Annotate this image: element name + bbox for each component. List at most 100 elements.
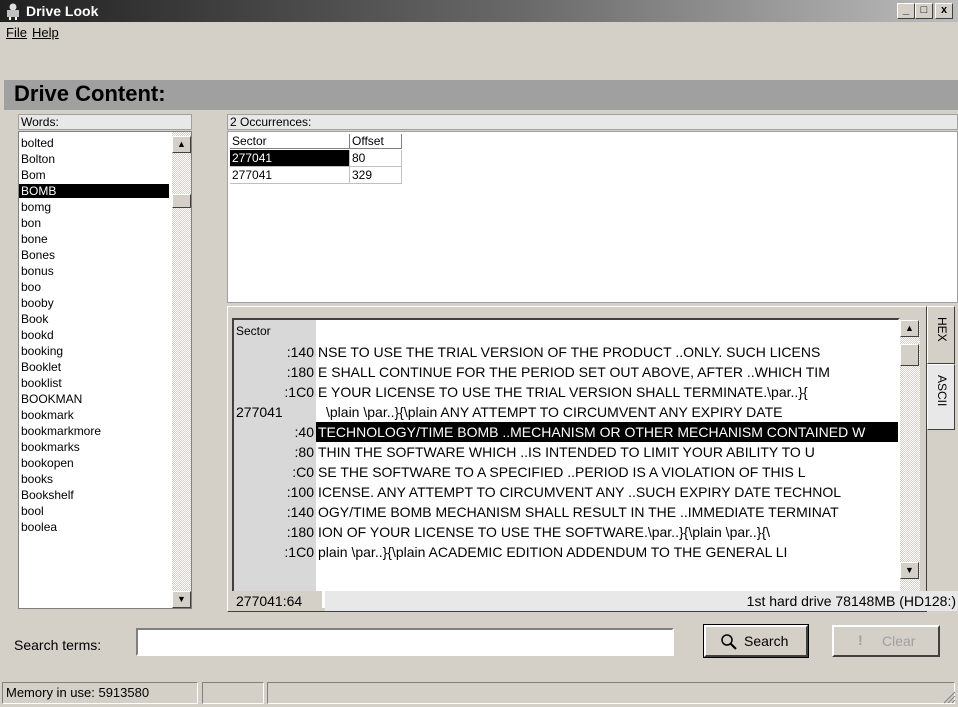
close-button[interactable]: x: [935, 3, 953, 19]
menu-bar: File Help: [0, 22, 958, 44]
occurrences-label: 2 Occurrences:: [227, 114, 958, 130]
sector-column-header: Sector: [236, 324, 271, 338]
word-item[interactable]: booking: [21, 344, 63, 358]
word-item[interactable]: bone: [21, 232, 48, 246]
offset-label: :80: [294, 444, 314, 460]
status-bar: Memory in use: 5913580: [0, 680, 958, 707]
scroll-down-arrow-icon[interactable]: ▼: [172, 591, 191, 608]
status-panel-2: [202, 682, 264, 704]
panel-splitter[interactable]: [196, 112, 224, 612]
scroll-up-arrow-icon[interactable]: ▲: [900, 320, 919, 337]
menu-file-label: File: [6, 25, 27, 40]
viewer-scrollbar[interactable]: ▲ ▼: [900, 320, 920, 606]
scroll-down-arrow-icon[interactable]: ▼: [900, 562, 919, 579]
text-line-highlighted[interactable]: TECHNOLOGY/TIME BOMB ..MECHANISM OR OTHE…: [316, 422, 898, 442]
menu-file[interactable]: File: [6, 25, 27, 40]
words-list[interactable]: bolted Bolton Bom BOMB bomg bon bone Bon…: [18, 131, 192, 609]
status-panel-3: [267, 682, 955, 704]
table-cell-sector[interactable]: 277041: [230, 167, 350, 184]
scroll-up-arrow-icon[interactable]: ▲: [172, 136, 191, 153]
text-line[interactable]: OGY/TIME BOMB MECHANISM SHALL RESULT IN …: [316, 502, 839, 522]
maximize-button[interactable]: □: [915, 3, 933, 19]
word-item[interactable]: books: [21, 472, 53, 486]
table-cell-sector[interactable]: 277041: [230, 150, 350, 167]
word-item[interactable]: bookmark: [21, 408, 74, 422]
clear-button-label: Clear: [882, 633, 916, 649]
resize-grip-icon[interactable]: [942, 690, 956, 704]
word-item[interactable]: boolea: [21, 520, 57, 534]
minimize-button[interactable]: _: [897, 3, 915, 19]
text-line[interactable]: E YOUR LICENSE TO USE THE TRIAL VERSION …: [316, 382, 808, 402]
drive-look-window: Drive Look _ □ x File Help Drive Content…: [0, 0, 958, 707]
sector-text-viewer[interactable]: Sector :140 NSE TO USE THE TRIAL VERSION…: [232, 318, 900, 608]
tab-ascii[interactable]: ASCII: [927, 364, 955, 430]
word-item[interactable]: Booklet: [21, 360, 61, 374]
position-status: 277041:64: [236, 593, 303, 609]
text-line[interactable]: THIN THE SOFTWARE WHICH ..IS INTENDED TO…: [316, 442, 815, 462]
word-item[interactable]: bool: [21, 504, 44, 518]
tab-hex-label: HEX: [935, 317, 949, 342]
word-item[interactable]: booby: [21, 296, 54, 310]
offset-label: :1C0: [284, 544, 314, 560]
words-scrollbar[interactable]: ▲ ▼: [172, 132, 191, 608]
column-header-sector[interactable]: Sector: [230, 134, 350, 149]
words-label: Words:: [18, 114, 192, 130]
text-line[interactable]: \plain \par..}{\plain ANY ATTEMPT TO CIR…: [324, 402, 782, 422]
text-line[interactable]: E SHALL CONTINUE FOR THE PERIOD SET OUT …: [316, 362, 830, 382]
search-terms-label: Search terms:: [14, 637, 102, 653]
tab-hex[interactable]: HEX: [927, 306, 955, 364]
text-line[interactable]: plain \par..}{\plain ACADEMIC EDITION AD…: [316, 542, 787, 562]
search-input[interactable]: [136, 628, 674, 656]
offset-label: :40: [294, 424, 314, 440]
word-item[interactable]: Bones: [21, 248, 55, 262]
word-item[interactable]: Book: [21, 312, 48, 326]
scroll-thumb[interactable]: [900, 344, 919, 366]
occurrences-table: Sector Offset 277041 80 277041 329: [227, 131, 958, 303]
text-line[interactable]: ICENSE. ANY ATTEMPT TO CIRCUMVENT ANY ..…: [316, 482, 841, 502]
search-button-label: Search: [744, 633, 789, 649]
offset-label: :140: [286, 504, 314, 520]
search-button[interactable]: Search: [703, 624, 809, 658]
word-item[interactable]: bolted: [21, 136, 54, 150]
offset-label: :180: [286, 524, 314, 540]
clear-button[interactable]: ! Clear: [832, 625, 940, 657]
table-cell-offset[interactable]: 80: [350, 150, 402, 167]
scroll-thumb[interactable]: [172, 194, 191, 208]
word-item[interactable]: Bookshelf: [21, 488, 74, 502]
word-item[interactable]: boo: [21, 280, 41, 294]
offset-label: :180: [286, 364, 314, 380]
text-line[interactable]: SE THE SOFTWARE TO A SPECIFIED ..PERIOD …: [316, 462, 806, 482]
text-line[interactable]: ION OF YOUR LICENSE TO USE THE SOFTWARE.…: [316, 522, 770, 542]
memory-status: Memory in use: 5913580: [2, 682, 198, 704]
menu-help[interactable]: Help: [32, 25, 59, 40]
column-header-offset[interactable]: Offset: [350, 134, 402, 149]
word-item[interactable]: BOOKMAN: [21, 392, 82, 406]
menu-help-label: Help: [32, 25, 59, 40]
offset-label: :140: [286, 344, 314, 360]
word-item[interactable]: bonus: [21, 264, 54, 278]
word-item[interactable]: bomg: [21, 200, 51, 214]
text-line[interactable]: NSE TO USE THE TRIAL VERSION OF THE PROD…: [316, 342, 820, 362]
word-item[interactable]: Bolton: [21, 152, 55, 166]
word-item[interactable]: booklist: [21, 376, 62, 390]
drive-field: 1st hard drive 78148MB (HD128:): [325, 591, 958, 611]
magnifier-icon: [721, 634, 737, 650]
word-item[interactable]: bookopen: [21, 456, 74, 470]
drive-look-app-icon: [7, 3, 19, 20]
title-bar: Drive Look _ □ x: [0, 0, 958, 22]
word-item[interactable]: bookd: [21, 328, 54, 342]
word-item[interactable]: Bom: [21, 168, 46, 182]
tab-ascii-label: ASCII: [935, 375, 949, 407]
word-item[interactable]: bookmarks: [21, 440, 80, 454]
offset-label: :C0: [292, 464, 314, 480]
exclamation-icon: !: [858, 632, 863, 648]
window-title: Drive Look: [26, 3, 99, 19]
word-item-selected[interactable]: BOMB: [19, 184, 169, 198]
sector-number: 277041: [236, 404, 283, 420]
word-item[interactable]: bookmarkmore: [21, 424, 101, 438]
word-item[interactable]: bon: [21, 216, 41, 230]
page-title: Drive Content:: [14, 81, 166, 106]
offset-label: :1C0: [284, 384, 314, 400]
table-cell-offset[interactable]: 329: [350, 167, 402, 184]
offset-label: :100: [286, 484, 314, 500]
